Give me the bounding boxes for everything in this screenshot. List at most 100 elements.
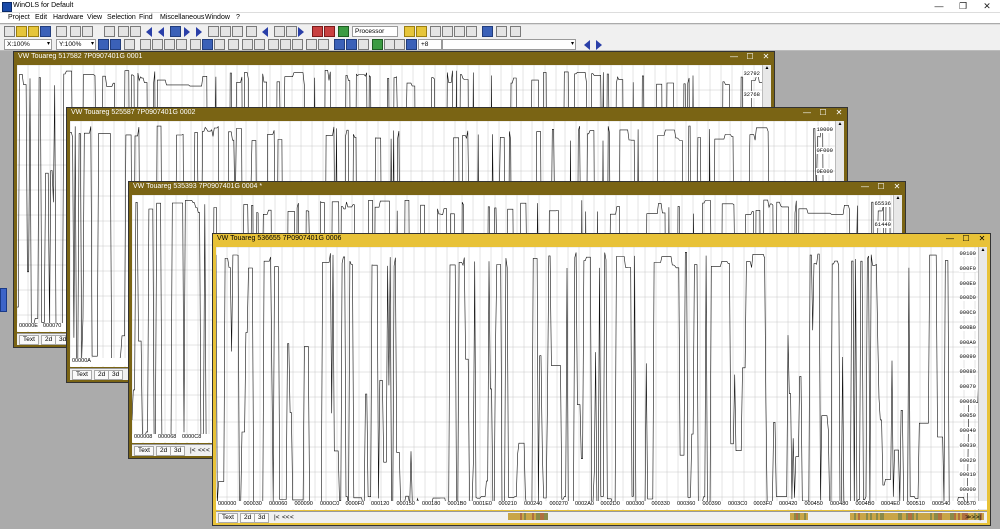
window-close-button[interactable]: ✕ xyxy=(833,108,845,118)
search-icon[interactable] xyxy=(220,26,231,37)
menu-hardware[interactable]: Hardware xyxy=(53,14,83,21)
save-icon[interactable] xyxy=(40,26,51,37)
tab-2d[interactable]: 2d xyxy=(240,513,256,523)
window-close-button[interactable]: ✕ xyxy=(760,52,772,62)
tab-2d[interactable]: 2d xyxy=(156,446,172,456)
ff-format-icon[interactable] xyxy=(202,39,213,50)
find-next-icon[interactable] xyxy=(232,26,243,37)
project-properties-icon[interactable] xyxy=(338,26,349,37)
forward-arrow-icon[interactable] xyxy=(298,27,304,37)
window-maximize-button[interactable]: ☐ xyxy=(744,52,756,62)
window-minimize-button[interactable]: — xyxy=(944,234,956,244)
undo-icon[interactable] xyxy=(70,26,81,37)
menu-selection[interactable]: Selection xyxy=(107,14,136,21)
window-close-button[interactable]: ✕ xyxy=(976,234,988,244)
color-icon[interactable] xyxy=(406,39,417,50)
width-inc-icon[interactable] xyxy=(152,39,163,50)
checksum-verify-icon[interactable] xyxy=(324,26,335,37)
open-project-icon[interactable] xyxy=(28,26,39,37)
first-map-icon[interactable] xyxy=(146,27,152,37)
tool-f-icon[interactable] xyxy=(496,26,507,37)
width-dec-icon[interactable] xyxy=(164,39,175,50)
print-icon[interactable] xyxy=(104,26,115,37)
menu-view[interactable]: View xyxy=(87,14,102,21)
map-window-0006[interactable]: VW Touareg 536655 7P0907401G 0006 — ☐ ✕ 0010… xyxy=(212,233,991,526)
tab-text[interactable]: Text xyxy=(218,513,238,523)
jump-icon[interactable] xyxy=(208,26,219,37)
tool-g-icon[interactable] xyxy=(510,26,521,37)
prev-selection-icon[interactable] xyxy=(584,40,590,50)
chart-d-icon[interactable] xyxy=(372,39,383,50)
nav-prev2-button[interactable]: << xyxy=(198,446,206,455)
tool-b-icon[interactable] xyxy=(442,26,453,37)
forward-icon[interactable] xyxy=(286,26,297,37)
percent-alt-icon[interactable] xyxy=(254,39,265,50)
paste-icon[interactable] xyxy=(130,26,141,37)
3d-view-icon[interactable] xyxy=(124,39,135,50)
scroll-up-icon[interactable]: ▲ xyxy=(979,247,987,254)
home-icon[interactable] xyxy=(274,26,285,37)
menu-help[interactable]: ? xyxy=(236,14,240,21)
chart-a-icon[interactable] xyxy=(334,39,345,50)
bits-icon[interactable] xyxy=(214,39,225,50)
pin-icon[interactable] xyxy=(306,39,317,50)
processor-combo[interactable]: Processor xyxy=(352,26,398,37)
tab-text[interactable]: Text xyxy=(19,335,39,345)
nav-first-button[interactable]: |< xyxy=(190,446,195,455)
menu-window[interactable]: Window xyxy=(205,14,230,21)
map-overview-strip[interactable] xyxy=(508,512,984,521)
nav-last-button[interactable]: >| xyxy=(976,513,981,522)
selection-combo[interactable]: ▾ xyxy=(442,39,576,50)
x-zoom-combo[interactable]: X:100% ▾ xyxy=(4,39,52,50)
maximize-button[interactable]: ❐ xyxy=(956,1,970,11)
bulb-icon[interactable] xyxy=(416,26,427,37)
plugin-icon[interactable] xyxy=(404,26,415,37)
tab-3d[interactable]: 3d xyxy=(108,370,124,380)
tab-text[interactable]: Text xyxy=(72,370,92,380)
scroll-up-icon[interactable]: ▲ xyxy=(836,121,844,128)
text-view-icon[interactable] xyxy=(98,39,109,50)
tab-text[interactable]: Text xyxy=(134,446,154,456)
nav-prev-button[interactable]: < xyxy=(290,513,294,522)
menu-project[interactable]: Project xyxy=(8,14,30,21)
original-icon[interactable] xyxy=(292,39,303,50)
open-folder-icon[interactable] xyxy=(16,26,27,37)
tool-c-icon[interactable] xyxy=(454,26,465,37)
tab-2d[interactable]: 2d xyxy=(41,335,57,345)
minimize-button[interactable]: — xyxy=(932,1,946,11)
nav-first-button[interactable]: |< xyxy=(274,513,279,522)
new-file-icon[interactable] xyxy=(4,26,15,37)
checksum-icon[interactable] xyxy=(312,26,323,37)
tool-e-icon[interactable] xyxy=(482,26,493,37)
chart-f-icon[interactable] xyxy=(394,39,405,50)
percent-icon[interactable] xyxy=(242,39,253,50)
window-close-button[interactable]: ✕ xyxy=(891,182,903,192)
window-maximize-button[interactable]: ☐ xyxy=(960,234,972,244)
tab-2d[interactable]: 2d xyxy=(94,370,110,380)
cut-icon[interactable] xyxy=(56,26,67,37)
tab-3d[interactable]: 3d xyxy=(254,513,270,523)
scroll-up-icon[interactable]: ▲ xyxy=(894,195,902,202)
x1-icon[interactable] xyxy=(280,39,291,50)
menu-miscellaneous[interactable]: Miscellaneous xyxy=(160,14,204,21)
signed-icon[interactable] xyxy=(228,39,239,50)
back-arrow-icon[interactable] xyxy=(262,27,268,37)
width-icon[interactable] xyxy=(140,39,151,50)
menu-edit[interactable]: Edit xyxy=(35,14,47,21)
dec-format-icon[interactable] xyxy=(190,39,201,50)
window-minimize-button[interactable]: — xyxy=(859,182,871,192)
tool-d-icon[interactable] xyxy=(466,26,477,37)
window-minimize-button[interactable]: — xyxy=(728,52,740,62)
nav-prev-button[interactable]: < xyxy=(206,446,210,455)
delta-icon[interactable] xyxy=(268,39,279,50)
previous-map-icon[interactable] xyxy=(158,27,164,37)
compare-icon[interactable] xyxy=(246,26,257,37)
map-list-icon[interactable] xyxy=(170,26,181,37)
vertical-scrollbar[interactable]: ▲ xyxy=(978,247,987,510)
close-button[interactable]: ✕ xyxy=(980,1,994,11)
tool-a-icon[interactable] xyxy=(430,26,441,37)
y-zoom-combo[interactable]: Y:100% ▾ xyxy=(56,39,96,50)
side-panel-handle[interactable] xyxy=(0,288,7,312)
window-maximize-button[interactable]: ☐ xyxy=(817,108,829,118)
next-map-icon[interactable] xyxy=(184,27,190,37)
